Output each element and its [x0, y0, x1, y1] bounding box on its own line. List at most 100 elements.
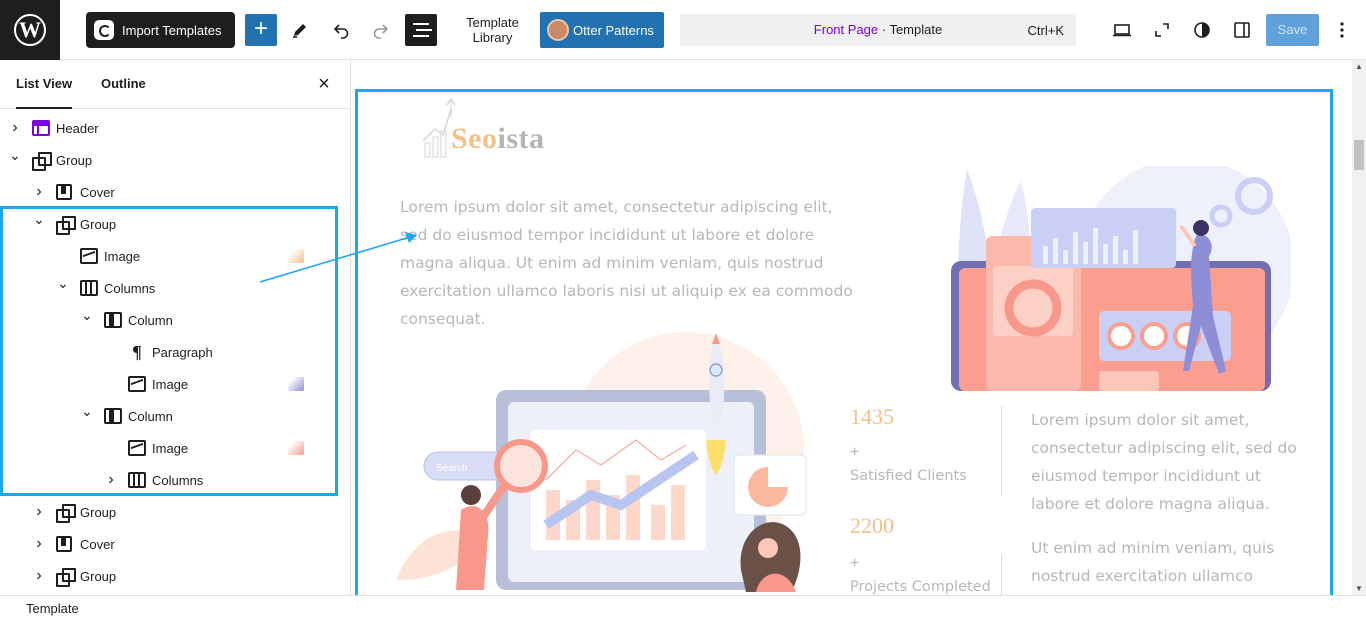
tree-item-label: Header	[56, 121, 99, 136]
stat-plus-clients: +	[850, 444, 860, 461]
import-templates-label: Import Templates	[122, 22, 222, 38]
image-thumbnail	[288, 249, 304, 263]
columns-icon	[80, 280, 98, 296]
paragraph-icon: ¶	[132, 342, 142, 362]
chevron-right-icon[interactable]: ›	[32, 568, 46, 584]
tree-item-cover[interactable]: › Cover	[0, 528, 350, 560]
document-type: Template	[889, 22, 943, 37]
tree-item-group[interactable]: ⌄ Group	[0, 144, 350, 176]
tab-outline[interactable]: Outline	[101, 60, 146, 108]
chevron-right-icon[interactable]: ›	[32, 536, 46, 552]
editor-canvas[interactable]: Seoista Lorem ipsum dolor sit amet, cons…	[351, 60, 1352, 595]
template-library-label-2: Library	[472, 30, 513, 45]
canvas-scrollbar[interactable]: ▲ ▼	[1352, 60, 1366, 595]
otter-patterns-button[interactable]: Otter Patterns	[540, 12, 664, 48]
stat-number-projects: 2200	[850, 513, 894, 538]
scroll-down-arrow-icon[interactable]: ▼	[1355, 584, 1363, 593]
stat-label-clients: Satisfied Clients	[850, 468, 967, 484]
block-inserter-button[interactable]: +	[245, 14, 277, 46]
header-icon	[32, 120, 50, 136]
redo-button[interactable]	[365, 14, 397, 46]
tree-item-label: Group	[56, 153, 93, 168]
editor-top-toolbar: W Import Templates + Template Library Ot…	[0, 0, 1366, 60]
tree-item-image[interactable]: Image	[0, 432, 350, 464]
close-icon[interactable]: ×	[314, 74, 334, 94]
tree-item-columns[interactable]: ⌄ Columns	[0, 272, 350, 304]
tree-item-label: Column	[128, 409, 173, 424]
chevron-right-icon[interactable]: ›	[8, 120, 22, 136]
tree-item-label: Group	[80, 217, 117, 232]
image-thumbnail	[288, 377, 304, 391]
chevron-down-icon[interactable]: ⌄	[56, 275, 70, 291]
tree-item-header[interactable]: › Header	[0, 112, 350, 144]
expand-icon	[1155, 23, 1169, 37]
laptop-rocket-illustration[interactable]: Search	[396, 330, 856, 595]
settings-sidebar-button[interactable]	[1226, 14, 1258, 46]
chevron-right-icon[interactable]: ›	[104, 472, 118, 488]
more-vertical-icon	[1340, 22, 1344, 38]
chevron-down-icon[interactable]: ⌄	[80, 307, 94, 323]
zoom-out-button[interactable]	[1146, 14, 1178, 46]
document-overview-button[interactable]	[405, 14, 437, 46]
page-title-link[interactable]: Front Page	[814, 22, 878, 37]
undo-button[interactable]	[325, 14, 357, 46]
tree-item-column[interactable]: ⌄ Column	[0, 304, 350, 336]
tree-item-image[interactable]: Image	[0, 368, 350, 400]
tree-item-cover[interactable]: › Cover	[0, 176, 350, 208]
tree-item-label: Cover	[80, 537, 115, 552]
tools-button[interactable]	[284, 14, 316, 46]
search-mock-label: Search	[436, 463, 468, 474]
tab-list-view[interactable]: List View	[16, 60, 73, 109]
wordpress-logo-button[interactable]: W	[0, 0, 60, 60]
undo-icon	[333, 24, 349, 39]
chevron-down-icon[interactable]: ⌄	[32, 211, 46, 227]
chevron-right-icon[interactable]: ›	[32, 184, 46, 200]
wordpress-icon: W	[14, 14, 46, 46]
tree-item-label: Column	[128, 313, 173, 328]
tree-item-label: Image	[104, 249, 141, 264]
tree-item-paragraph[interactable]: ¶ Paragraph	[0, 336, 350, 368]
device-preview-button[interactable]	[1106, 14, 1138, 46]
site-logo[interactable]: Seoista	[421, 95, 561, 165]
scroll-up-arrow-icon[interactable]: ▲	[1355, 62, 1363, 71]
template-library-button[interactable]: Template Library	[455, 15, 530, 45]
tree-item-label: Image	[152, 441, 189, 456]
side-paragraph-1[interactable]: Lorem ipsum dolor sit amet, consectetur …	[1031, 406, 1311, 518]
tree-item-label: Image	[152, 377, 189, 392]
options-button[interactable]	[1326, 14, 1358, 46]
tree-item-group[interactable]: › Group	[0, 560, 350, 592]
tree-item-group[interactable]: › Group	[0, 496, 350, 528]
template-library-label-1: Template	[466, 15, 519, 30]
dashboard-illustration[interactable]	[951, 166, 1291, 391]
stat-label-projects: Projects Completed	[850, 579, 991, 595]
chevron-down-icon[interactable]: ⌄	[80, 403, 94, 419]
tree-item-label: Columns	[104, 281, 156, 296]
command-palette-bar[interactable]: Front Page · Template Ctrl+K	[680, 14, 1076, 46]
group-icon	[56, 568, 76, 587]
command-shortcut: Ctrl+K	[1027, 23, 1064, 38]
stat-plus-projects: +	[850, 555, 860, 572]
document-title: Front Page · Template	[813, 22, 943, 37]
breadcrumb-template[interactable]: Template	[26, 601, 79, 616]
side-paragraph-2[interactable]: Ut enim ad minim veniam, quis nostrud ex…	[1031, 534, 1311, 590]
intro-paragraph[interactable]: Lorem ipsum dolor sit amet, consectetur …	[400, 193, 860, 333]
tree-item-image[interactable]: Image	[0, 240, 350, 272]
import-templates-button[interactable]: Import Templates	[86, 12, 235, 48]
columns-icon	[128, 472, 146, 488]
save-button[interactable]: Save	[1266, 14, 1319, 46]
chevron-right-icon[interactable]: ›	[32, 504, 46, 520]
scrollbar-thumb[interactable]	[1354, 140, 1364, 170]
tree-item-column[interactable]: ⌄ Column	[0, 400, 350, 432]
chevron-down-icon[interactable]: ⌄	[8, 147, 22, 163]
column-icon	[104, 312, 122, 328]
styles-button[interactable]	[1186, 14, 1218, 46]
image-icon	[80, 248, 98, 264]
redo-icon	[373, 24, 389, 39]
image-icon	[128, 376, 146, 392]
tree-item-columns[interactable]: › Columns	[0, 464, 350, 496]
group-icon	[56, 504, 76, 523]
group-icon	[56, 216, 76, 235]
image-icon	[128, 440, 146, 456]
otter-avatar-icon	[547, 19, 569, 41]
tree-item-group[interactable]: ⌄ Group	[0, 208, 350, 240]
